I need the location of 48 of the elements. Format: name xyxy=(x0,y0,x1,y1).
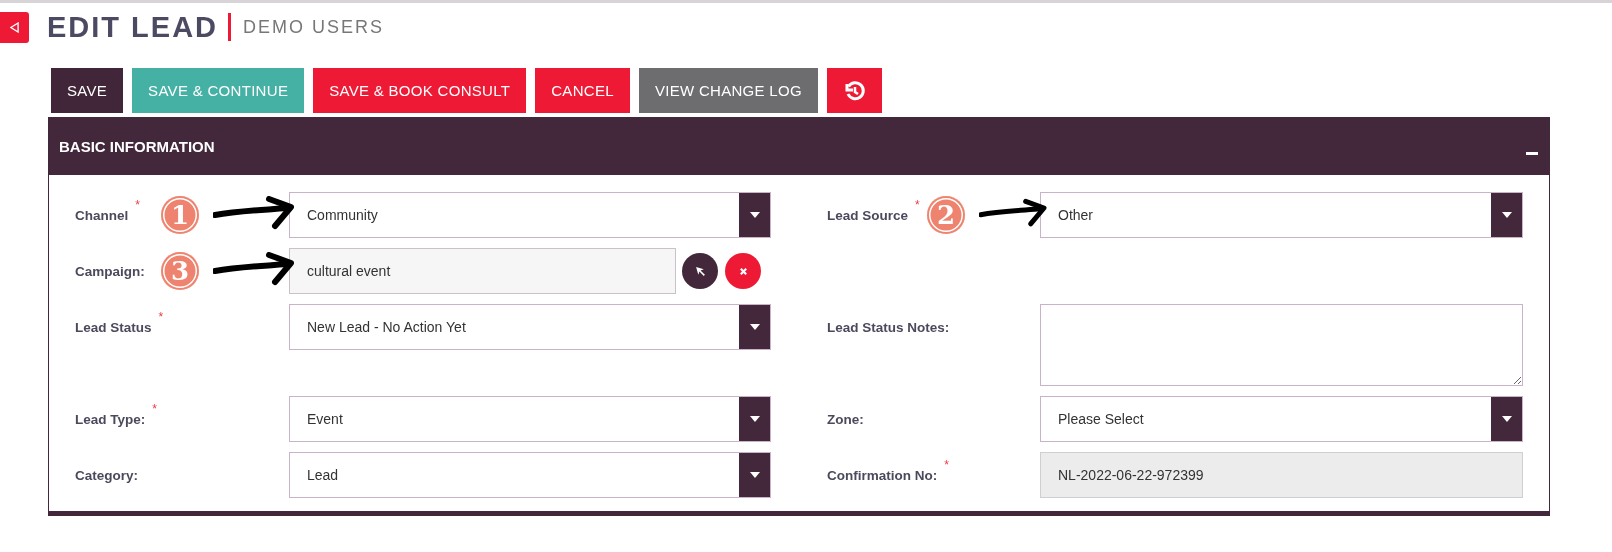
dropdown[interactable]: Event xyxy=(289,396,771,442)
caret-icon xyxy=(749,324,760,330)
page-subtitle: DEMO USERS xyxy=(243,16,385,38)
field-label: Campaign: xyxy=(75,264,145,279)
required-mark: * xyxy=(944,458,949,472)
panel-title: BASIC INFORMATION xyxy=(59,137,215,155)
input-field[interactable]: cultural event xyxy=(289,248,676,294)
collapse-icon[interactable] xyxy=(1526,151,1538,155)
required-mark: * xyxy=(915,198,920,212)
field-label: Channel xyxy=(75,208,129,223)
action-button[interactable]: VIEW CHANGE LOG xyxy=(638,68,818,113)
back-button[interactable] xyxy=(0,11,29,43)
dropdown[interactable]: Community xyxy=(289,192,771,238)
dropdown[interactable]: Other xyxy=(1040,192,1523,238)
required-mark: * xyxy=(135,198,140,212)
field-label: Lead Status xyxy=(75,320,152,335)
caret-icon xyxy=(749,472,760,478)
dropdown[interactable]: New Lead - No Action Yet xyxy=(289,304,771,350)
clear-button[interactable] xyxy=(725,253,761,289)
field-label: Lead Status Notes: xyxy=(827,320,950,335)
caret-icon xyxy=(749,416,760,422)
close-icon xyxy=(738,266,748,276)
page-title: EDIT LEAD xyxy=(47,10,219,44)
history-button[interactable] xyxy=(826,68,882,113)
arrow-icon xyxy=(213,196,297,230)
number-badge: 2 xyxy=(927,196,965,234)
dropdown[interactable]: Please Select xyxy=(1040,396,1523,442)
triangle-icon xyxy=(10,21,19,33)
required-mark: * xyxy=(158,310,164,324)
field-label: Confirmation No: xyxy=(827,468,938,483)
action-button[interactable]: CANCEL xyxy=(535,68,630,113)
caret-icon xyxy=(749,212,760,218)
select-button[interactable] xyxy=(682,253,718,289)
caret-icon xyxy=(1501,212,1512,218)
input-field[interactable]: NL-2022-06-22-972399 xyxy=(1040,452,1523,498)
field-label: Category: xyxy=(75,468,138,483)
action-button[interactable]: SAVE xyxy=(51,68,124,113)
field-label: Zone: xyxy=(827,412,864,427)
action-button[interactable]: SAVE & BOOK CONSULT xyxy=(313,68,527,113)
cursor-icon xyxy=(694,265,706,277)
dropdown[interactable]: Lead xyxy=(289,452,771,498)
required-mark: * xyxy=(152,402,157,416)
caret-icon xyxy=(1501,416,1512,422)
number-badge: 3 xyxy=(161,252,199,290)
field-label: Lead Type: xyxy=(75,412,146,427)
number-badge: 1 xyxy=(161,196,199,234)
field-label: Lead Source xyxy=(827,208,909,223)
panel-header[interactable]: BASIC INFORMATION xyxy=(48,117,1550,175)
